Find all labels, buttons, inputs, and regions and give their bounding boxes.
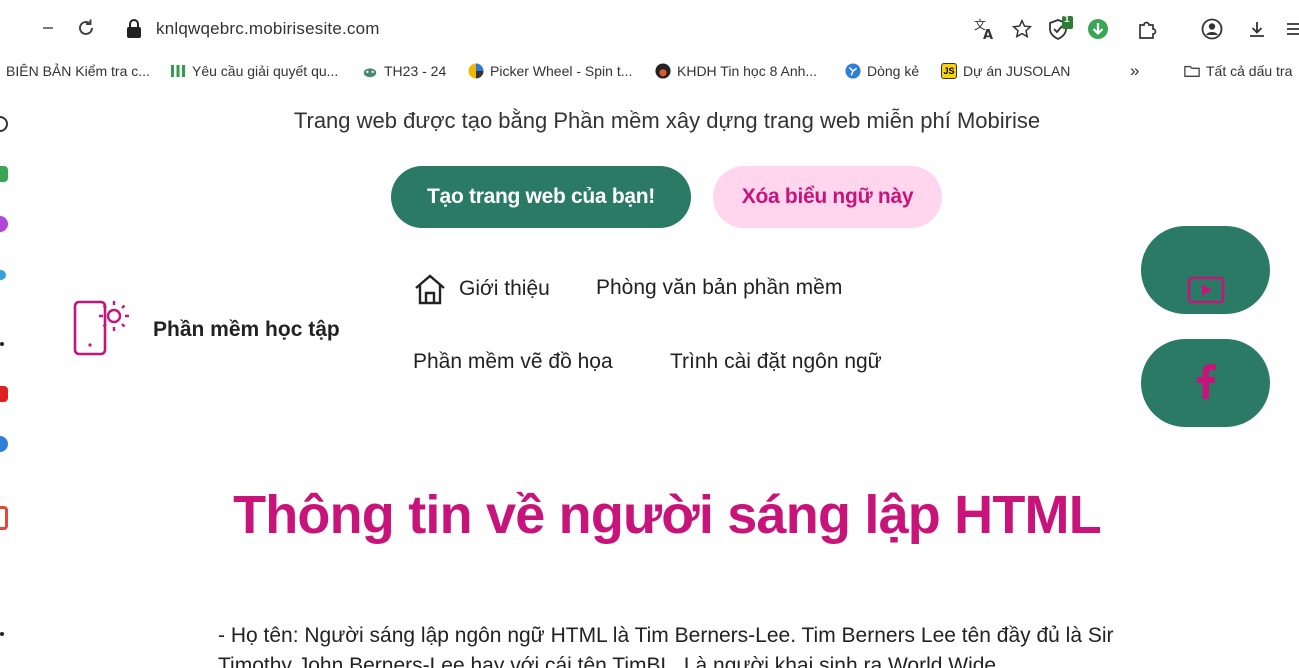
facebook-button[interactable]: [1141, 339, 1270, 427]
translate-icon[interactable]: 文A: [972, 16, 998, 42]
avatar-favicon-icon: [655, 63, 671, 79]
bookmark-label: KHDH Tin học 8 Anh...: [677, 63, 818, 79]
reload-icon[interactable]: [72, 14, 100, 42]
mobirise-banner-text: Trang web được tạo bằng Phần mềm xây dựn…: [293, 108, 1041, 133]
sidebar-edge-icon: [0, 342, 4, 346]
nav-label: Giới thiệu: [459, 277, 550, 300]
js-favicon-icon: JS: [941, 63, 957, 79]
svg-text:A: A: [983, 28, 993, 41]
bookmark-label: Dòng kẻ: [867, 63, 920, 79]
extension-shield-icon[interactable]: 1: [1047, 14, 1073, 42]
download-icon[interactable]: [1244, 16, 1270, 42]
bookmark-label: Tất cả dấu tra: [1206, 63, 1293, 79]
bookmark-item[interactable]: BIÊN BẢN Kiểm tra c...: [6, 60, 150, 82]
bookmark-folder[interactable]: Tất cả dấu tra: [1184, 60, 1292, 82]
intro-paragraph: - Họ tên: Người sáng lập ngôn ngữ HTML l…: [218, 624, 1114, 668]
sidebar-edge-icon[interactable]: [0, 166, 8, 182]
brand-name[interactable]: Phần mềm học tập: [153, 318, 340, 342]
profile-icon[interactable]: [1199, 16, 1225, 42]
url-text: knlqwqebrc.mobirisesite.com: [156, 19, 380, 38]
nav-item-gioi-thieu[interactable]: Giới thiệu: [413, 272, 550, 306]
nav-item-phong-van-ban[interactable]: Phòng văn bản phần mềm: [596, 276, 842, 300]
bookmark-label: Dự án JUSOLAN: [963, 63, 1071, 79]
facebook-icon: [1195, 362, 1217, 405]
nav-item-ve-do-hoa[interactable]: Phần mềm vẽ đồ họa: [413, 350, 613, 374]
bookmark-item[interactable]: TH23 - 24: [362, 60, 446, 82]
bookmark-item[interactable]: Dòng kẻ: [845, 60, 919, 82]
youtube-button[interactable]: [1141, 226, 1270, 314]
home-icon: [413, 272, 447, 306]
overflow-label: »: [1130, 61, 1140, 80]
bookmark-item[interactable]: Picker Wheel - Spin t...: [468, 60, 632, 82]
puzzle-icon[interactable]: [1134, 16, 1160, 42]
nav-label: Trình cài đặt ngôn ngữ: [670, 350, 882, 373]
bookmark-label: Picker Wheel - Spin t...: [490, 63, 633, 79]
back-icon[interactable]: [34, 14, 62, 42]
nav-label: Phòng văn bản phần mềm: [596, 276, 843, 299]
bookmarks-bar: BIÊN BẢN Kiểm tra c... Yêu cầu giải quyế…: [0, 56, 1299, 86]
menu-icon[interactable]: [1278, 16, 1299, 42]
bookmark-label: BIÊN BẢN Kiểm tra c...: [6, 63, 150, 79]
bookmark-item[interactable]: KHDH Tin học 8 Anh...: [655, 60, 817, 82]
address-bar[interactable]: knlqwqebrc.mobirisesite.com: [120, 10, 940, 48]
download-arrow-icon[interactable]: [1085, 16, 1111, 42]
browser-toolbar: knlqwqebrc.mobirisesite.com 文A 1: [0, 0, 1299, 56]
youtube-icon: [1187, 276, 1225, 309]
sidebar-edge-icon[interactable]: [0, 386, 8, 402]
lock-icon[interactable]: [120, 15, 148, 43]
remove-banner-button[interactable]: Xóa biểu ngữ này: [713, 166, 942, 228]
bookmark-item[interactable]: JS Dự án JUSOLAN: [941, 60, 1070, 82]
star-icon[interactable]: [1009, 16, 1035, 42]
android-favicon-icon: [362, 63, 378, 79]
sidebar-edge-icon[interactable]: [0, 270, 6, 280]
create-website-button[interactable]: Tạo trang web của bạn!: [391, 166, 691, 228]
sidebar-edge-icon[interactable]: [0, 216, 8, 232]
nav-item-cai-dat-ngon-ngu[interactable]: Trình cài đặt ngôn ngữ: [670, 350, 882, 374]
page-heading: Thông tin về người sáng lập HTML: [233, 485, 1102, 545]
bookmark-item[interactable]: Yêu cầu giải quyết qu...: [170, 60, 338, 82]
globe-favicon-icon: [845, 63, 861, 79]
phone-sun-logo-icon[interactable]: [72, 296, 134, 358]
bookmark-label: Yêu cầu giải quyết qu...: [192, 63, 339, 79]
bars-favicon-icon: [170, 63, 186, 79]
folder-icon: [1184, 63, 1200, 79]
extension-badge: 1: [1064, 14, 1070, 25]
nav-label: Phần mềm vẽ đồ họa: [413, 350, 613, 373]
sidebar-edge-icon: [0, 632, 4, 636]
sidebar-edge-icon[interactable]: [0, 436, 8, 452]
bookmark-label: TH23 - 24: [384, 63, 447, 79]
js-badge-text: JS: [943, 66, 955, 76]
bookmarks-overflow-button[interactable]: »: [1130, 60, 1139, 82]
wheel-favicon-icon: [468, 63, 484, 79]
